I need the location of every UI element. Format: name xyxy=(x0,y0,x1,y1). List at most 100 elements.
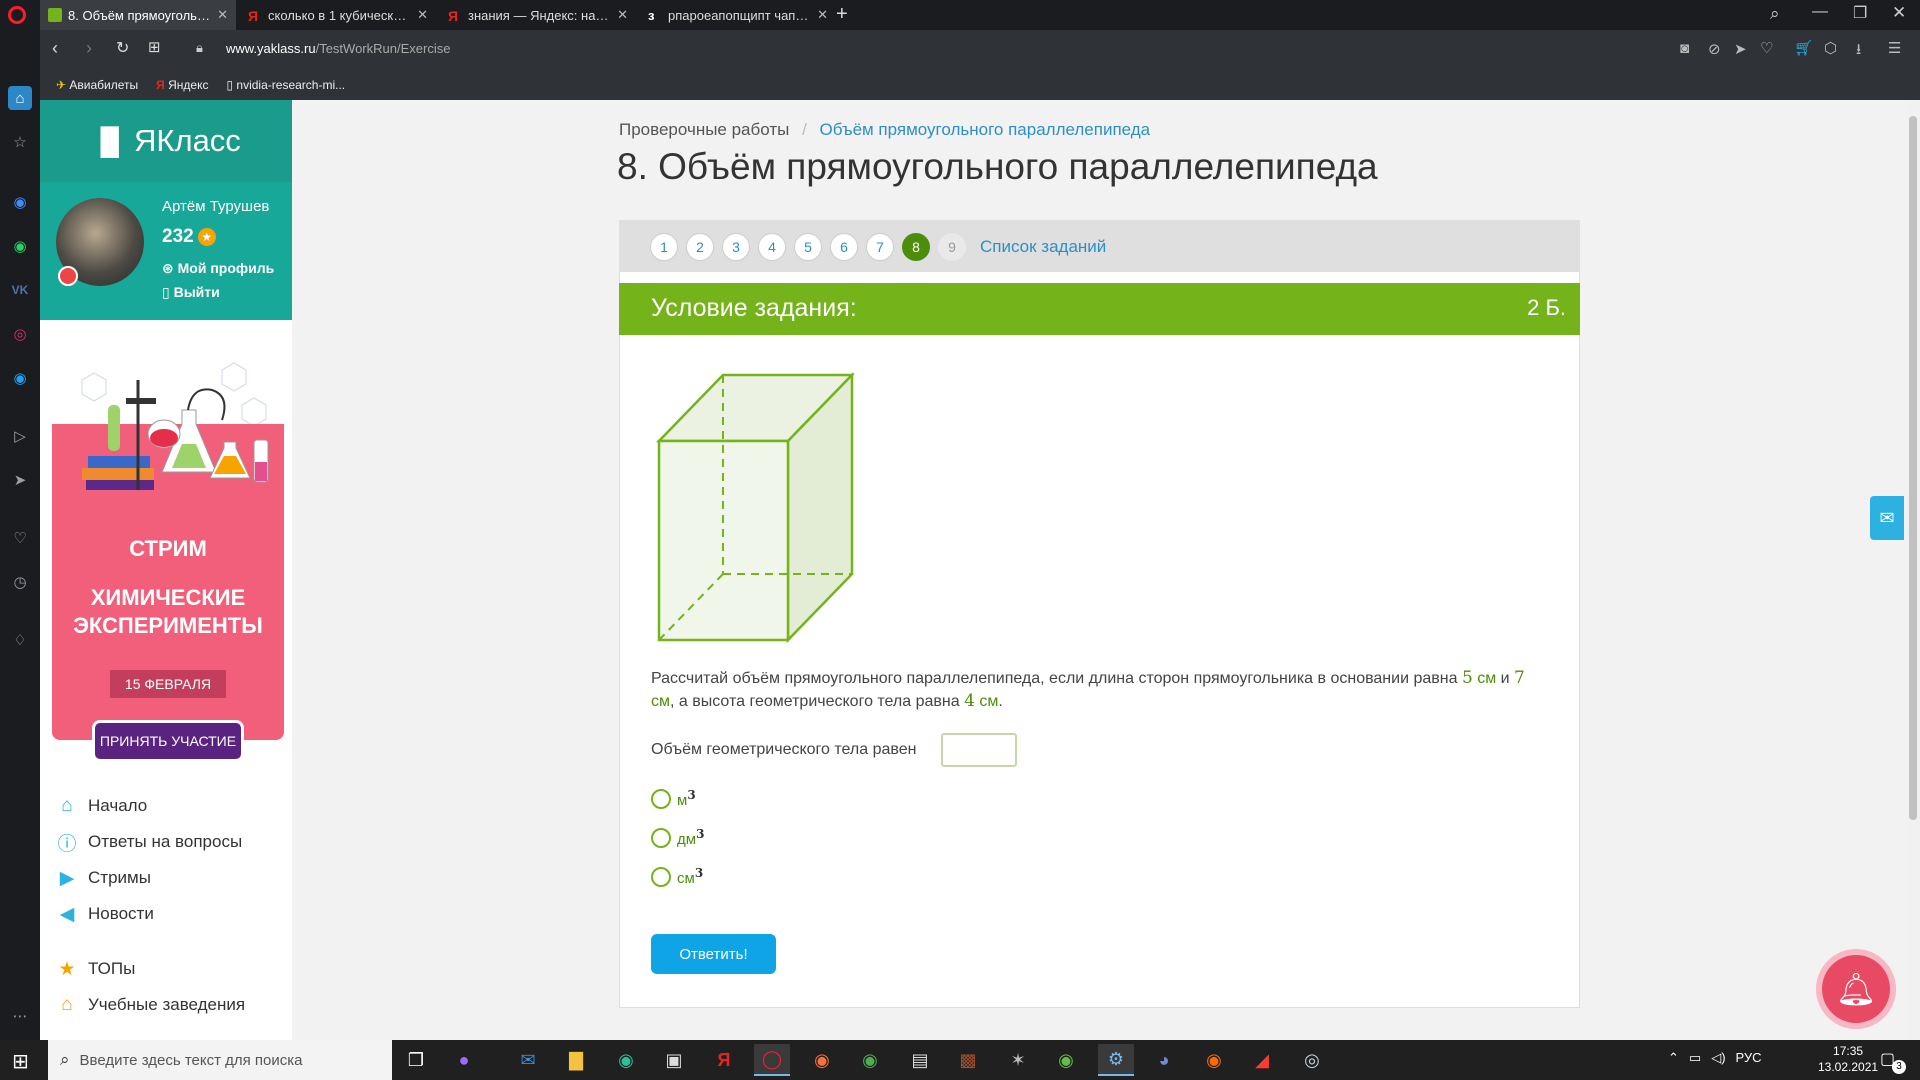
menu-item-tops[interactable]: ★ ТОПы xyxy=(56,956,135,982)
cart-icon[interactable]: 🛒︎ xyxy=(1794,39,1813,57)
page-6[interactable]: 6 xyxy=(830,233,858,261)
breadcrumb-root[interactable]: Проверочные работы xyxy=(619,120,789,139)
page-scrollbar[interactable] xyxy=(1906,100,1920,1040)
page-7[interactable]: 7 xyxy=(866,233,894,261)
yandex-app-icon[interactable]: Я xyxy=(706,1044,742,1076)
adblock-icon[interactable]: ⊘ xyxy=(1708,40,1721,58)
unit-radio-dm3[interactable] xyxy=(651,828,671,848)
close-icon[interactable]: ✕ xyxy=(817,7,828,23)
task-view-icon[interactable]: ❐ xyxy=(398,1044,434,1076)
tab-1[interactable]: Я сколько в 1 кубическом д ✕ xyxy=(240,0,436,30)
reload-icon[interactable]: ↻ xyxy=(116,38,129,58)
discord-app-icon[interactable]: ◕ xyxy=(1146,1044,1182,1076)
heart-icon[interactable]: ♡ xyxy=(8,526,32,550)
page-8[interactable]: 8 xyxy=(902,233,930,261)
menu-item-answers[interactable]: ⓘ Ответы на вопросы xyxy=(56,829,242,855)
bulb-icon[interactable]: ♢ xyxy=(8,628,32,652)
easy-setup-icon[interactable]: ☰ xyxy=(1888,39,1901,57)
scrollbar-thumb[interactable] xyxy=(1909,116,1917,820)
camera-icon[interactable]: ◙ xyxy=(1680,40,1689,57)
media-app-icon[interactable]: ◉ xyxy=(1196,1044,1232,1076)
task-list-link[interactable]: Список заданий xyxy=(980,237,1106,257)
page-2[interactable]: 2 xyxy=(686,233,714,261)
tab-2[interactable]: Я знания — Яндекс: нашлос ✕ xyxy=(440,0,636,30)
profile-link[interactable]: ⊛ Мой профиль xyxy=(162,260,274,277)
player-icon[interactable]: ▷ xyxy=(8,424,32,448)
close-icon[interactable]: ✕ xyxy=(417,7,428,23)
page-5[interactable]: 5 xyxy=(794,233,822,261)
language-indicator[interactable]: РУС xyxy=(1736,1050,1762,1066)
store-app-icon[interactable]: ▣ xyxy=(656,1044,692,1076)
app-icon[interactable]: ◢ xyxy=(1244,1044,1280,1076)
edge-app-icon[interactable]: ◉ xyxy=(608,1044,644,1076)
unit-radio-cm3[interactable] xyxy=(651,867,671,887)
menu-item-schools[interactable]: ⌂ Учебные заведения xyxy=(56,992,245,1018)
star-icon[interactable]: ☆ xyxy=(8,130,32,154)
site-logo[interactable]: ▐▌ ЯКласс xyxy=(40,100,292,182)
back-icon[interactable]: ‹ xyxy=(52,38,58,59)
answer-input[interactable] xyxy=(941,733,1017,767)
steam-app-icon[interactable]: ◎ xyxy=(1294,1044,1330,1076)
history-icon[interactable]: ◷ xyxy=(8,570,32,594)
whatsapp-icon[interactable]: ◉ xyxy=(8,234,32,258)
tab-3[interactable]: з рпароеапопщипт чаптит - ✕ xyxy=(640,0,836,30)
page-1[interactable]: 1 xyxy=(650,233,678,261)
home-icon[interactable]: ⌂ xyxy=(8,86,32,110)
promo-banner[interactable]: СТРИМ ХИМИЧЕСКИЕ ЭКСПЕРИМЕНТЫ 15 ФЕВРАЛЯ… xyxy=(52,350,284,762)
clock[interactable]: 17:35 13.02.2021 xyxy=(1818,1043,1878,1075)
game2-app-icon[interactable]: ✶ xyxy=(1000,1044,1036,1076)
menu-item-news[interactable]: ◀ Новости xyxy=(56,901,154,927)
send-icon[interactable]: ➤ xyxy=(1734,40,1747,58)
box-icon[interactable]: ⬡ xyxy=(1824,39,1837,57)
logout-link[interactable]: ▯ Выйти xyxy=(162,284,220,301)
tab-0[interactable]: 8. Объём прямоугольного п ✕ xyxy=(40,0,236,30)
unit-radio-m3[interactable] xyxy=(651,789,671,809)
chrome-app-icon[interactable]: ◉ xyxy=(852,1044,888,1076)
torrent-app-icon[interactable]: ◉ xyxy=(1048,1044,1084,1076)
heart-icon[interactable]: ♡ xyxy=(1760,39,1773,57)
opera-logo-icon[interactable] xyxy=(8,6,26,24)
close-icon[interactable]: ✕ xyxy=(217,7,228,23)
new-tab-button[interactable]: + xyxy=(836,3,848,26)
bookmark-item[interactable]: Я Яндекс xyxy=(156,78,208,92)
network-icon[interactable]: ▭ xyxy=(1689,1050,1701,1066)
search-tabs-icon[interactable]: ⌕ xyxy=(1770,4,1780,24)
twitter-icon[interactable]: ◉ xyxy=(8,366,32,390)
tabs-grid-icon[interactable]: ⊞ xyxy=(148,38,161,56)
submit-button[interactable]: Ответить! xyxy=(651,934,776,974)
messenger-icon[interactable]: ◉ xyxy=(8,190,32,214)
explorer-app-icon[interactable]: ▇ xyxy=(558,1044,594,1076)
page-4[interactable]: 4 xyxy=(758,233,786,261)
url-field[interactable]: www.yaklass.ru/TestWorkRun/Exercise xyxy=(226,41,450,56)
opera-app-icon[interactable]: ◯ xyxy=(754,1044,790,1076)
restore-button[interactable]: ❐ xyxy=(1853,3,1867,23)
forward-icon[interactable]: › xyxy=(86,38,92,59)
game-app-icon[interactable]: ▩ xyxy=(950,1044,986,1076)
tray-chevron-icon[interactable]: ⌃ xyxy=(1668,1050,1679,1066)
breadcrumb-current[interactable]: Объём прямоугольного параллелепипеда xyxy=(820,120,1151,139)
alice-app-icon[interactable]: ● xyxy=(446,1044,482,1076)
menu-item-home[interactable]: ⌂ Начало xyxy=(56,793,147,819)
page-9[interactable]: 9 xyxy=(938,233,966,261)
active-app-icon[interactable]: ⚙ xyxy=(1098,1044,1134,1076)
vk-icon[interactable]: VK xyxy=(8,278,32,302)
close-icon[interactable]: ✕ xyxy=(617,7,628,23)
minimize-button[interactable]: — xyxy=(1812,3,1828,21)
film-app-icon[interactable]: ▤ xyxy=(902,1044,938,1076)
mail-app-icon[interactable]: ✉ xyxy=(510,1044,546,1076)
windows-start-icon[interactable]: ⊞ xyxy=(12,1049,29,1074)
more-icon[interactable]: ⋯ xyxy=(8,1004,32,1028)
page-3[interactable]: 3 xyxy=(722,233,750,261)
bookmark-item[interactable]: ▯ nvidia-research-mi... xyxy=(226,78,345,92)
volume-icon[interactable]: ◁) xyxy=(1711,1050,1725,1066)
menu-item-streams[interactable]: ▶ Стримы xyxy=(56,865,151,891)
download-icon[interactable]: ⭳ xyxy=(1856,39,1861,64)
firefox-app-icon[interactable]: ◉ xyxy=(804,1044,840,1076)
promo-join-button[interactable]: ПРИНЯТЬ УЧАСТИЕ xyxy=(92,720,244,762)
bookmark-item[interactable]: ✈︎ Авиабилеты xyxy=(56,78,138,92)
feedback-mail-button[interactable]: ✉ xyxy=(1870,496,1904,540)
taskbar-search[interactable]: ⌕ Введите здесь текст для поиска xyxy=(48,1040,392,1080)
instagram-icon[interactable]: ◎ xyxy=(8,322,32,346)
send-icon[interactable]: ➤ xyxy=(8,468,32,492)
notification-bell-button[interactable]: 🔔︎ xyxy=(1822,955,1890,1023)
